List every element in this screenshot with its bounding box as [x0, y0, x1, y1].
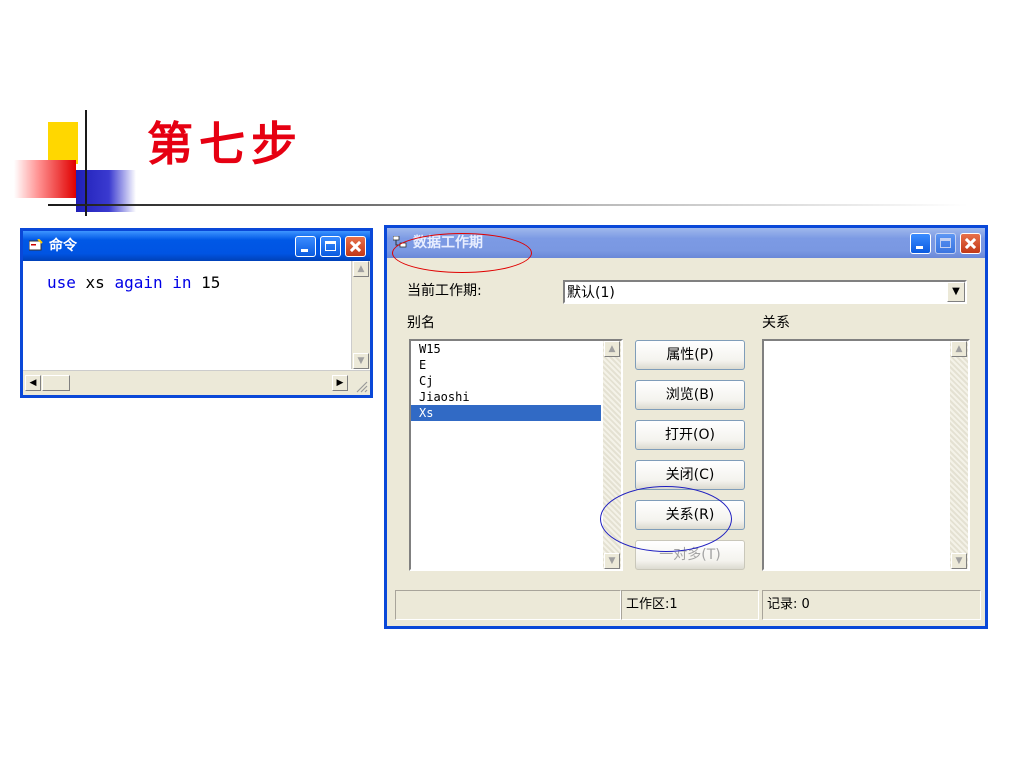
relation-list-scrollbar[interactable]: ▲ ▼	[950, 341, 968, 569]
decor-vertical-line	[85, 110, 87, 216]
close-button[interactable]	[960, 233, 981, 254]
alias-list-item[interactable]: Cj	[411, 373, 601, 389]
minimize-icon	[916, 246, 923, 249]
scroll-up-icon[interactable]: ▲	[604, 341, 620, 357]
maximize-icon	[940, 238, 951, 248]
command-token: in	[172, 273, 192, 292]
relation-label: 关系	[762, 315, 790, 331]
slide-title: 第七步	[147, 117, 303, 171]
command-horizontal-scrollbar[interactable]: ◀ ▶	[23, 370, 370, 395]
data-session-title: 数据工作期	[413, 235, 483, 251]
alias-label: 别名	[407, 315, 435, 331]
chevron-down-icon[interactable]: ▼	[947, 282, 965, 302]
scroll-down-icon[interactable]: ▼	[353, 353, 369, 369]
command-token: 15	[191, 273, 221, 292]
current-session-value: 默认(1)	[567, 285, 615, 301]
command-token	[163, 273, 173, 292]
close-table-button[interactable]: 关闭(C)	[635, 460, 745, 490]
command-text[interactable]: use xs again in 15	[47, 273, 220, 292]
command-vertical-scrollbar[interactable]: ▲ ▼	[351, 261, 370, 369]
scroll-down-icon[interactable]: ▼	[951, 553, 967, 569]
data-session-window[interactable]: 数据工作期 当前工作期: 默认(1) ▼ 别名 关系 W15 E Cj Jiaoshi…	[384, 225, 988, 629]
minimize-button[interactable]	[910, 233, 931, 254]
command-window-titlebar[interactable]: 命令	[23, 231, 370, 261]
maximize-button	[935, 233, 956, 254]
resize-grip-icon[interactable]	[354, 379, 368, 393]
open-button[interactable]: 打开(O)	[635, 420, 745, 450]
command-window[interactable]: 命令 use xs again in 15 ▲ ▼ ◀ ▶	[20, 228, 373, 398]
command-token: use	[47, 273, 76, 292]
alias-list-item[interactable]: Xs	[411, 405, 601, 421]
relation-list[interactable]: ▲ ▼	[762, 339, 970, 571]
current-session-select[interactable]: 默认(1) ▼	[563, 280, 967, 304]
close-button[interactable]	[345, 236, 366, 257]
decor-red-square	[14, 160, 76, 198]
maximize-icon	[325, 241, 336, 251]
command-window-icon	[29, 239, 43, 251]
scroll-up-icon[interactable]: ▲	[951, 341, 967, 357]
minimize-button[interactable]	[295, 236, 316, 257]
current-session-label: 当前工作期:	[407, 283, 482, 299]
alias-list[interactable]: W15 E Cj Jiaoshi Xs ▲ ▼	[409, 339, 623, 571]
status-left	[395, 590, 621, 620]
status-records: 记录: 0	[762, 590, 981, 620]
scroll-right-icon[interactable]: ▶	[332, 375, 348, 391]
browse-button[interactable]: 浏览(B)	[635, 380, 745, 410]
command-token: xs	[75, 273, 115, 292]
alias-list-item[interactable]: Jiaoshi	[411, 389, 601, 405]
decor-yellow-square	[48, 122, 78, 164]
horizontal-scroll-thumb[interactable]	[42, 375, 70, 391]
command-token: again	[114, 273, 163, 292]
alias-list-item[interactable]: E	[411, 357, 601, 373]
relations-button[interactable]: 关系(R)	[635, 500, 745, 530]
data-session-icon	[393, 236, 407, 248]
properties-button[interactable]: 属性(P)	[635, 340, 745, 370]
maximize-button[interactable]	[320, 236, 341, 257]
alias-list-item[interactable]: W15	[411, 341, 601, 357]
one-to-many-button: 一对多(T)	[635, 540, 745, 570]
scroll-left-icon[interactable]: ◀	[25, 375, 41, 391]
alias-items: W15 E Cj Jiaoshi Xs	[411, 341, 601, 421]
data-session-titlebar[interactable]: 数据工作期	[387, 228, 985, 258]
minimize-icon	[301, 249, 308, 252]
status-workarea: 工作区:1	[621, 590, 759, 620]
alias-list-scrollbar[interactable]: ▲ ▼	[603, 341, 621, 569]
scroll-up-icon[interactable]: ▲	[353, 261, 369, 277]
decor-horizontal-line	[48, 204, 968, 206]
command-window-title: 命令	[49, 238, 77, 254]
scroll-down-icon[interactable]: ▼	[604, 553, 620, 569]
